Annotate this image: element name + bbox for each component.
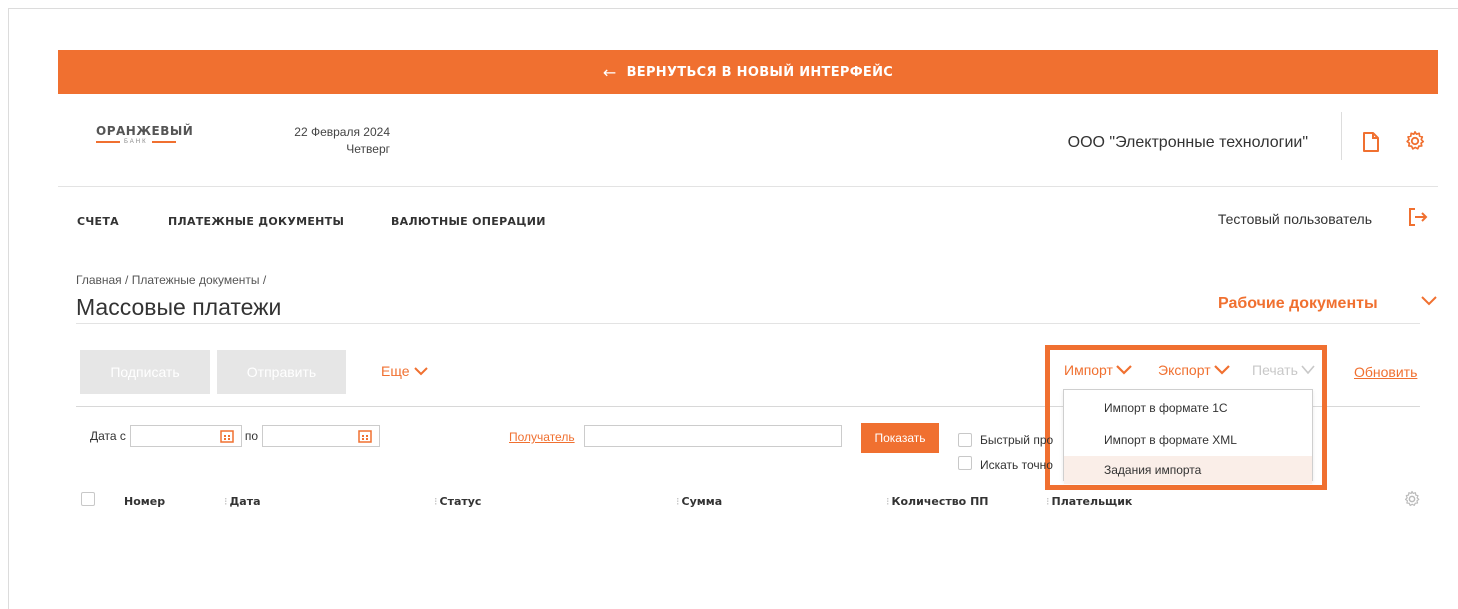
chevron-down-icon [413,367,428,376]
date-from-label: Дата с [90,429,126,443]
date-text: 22 Февраля 2024 [294,125,390,139]
nav-item-payment-documents[interactable]: ПЛАТЕЖНЫЕ ДОКУМЕНТЫ [168,215,344,228]
nav-item-accounts[interactable]: СЧЕТА [77,215,119,228]
date-filter: Дата с по [90,425,381,447]
arrow-left-icon: ← [602,62,617,82]
logo-name: ОРАНЖЕВЫЙ [96,124,194,138]
breadcrumb-home[interactable]: Главная [76,273,122,287]
column-header-number[interactable]: Номер [124,495,165,508]
more-label: Еще [381,363,410,379]
divider [76,323,1420,324]
calendar-icon[interactable] [358,429,372,443]
exact-search-label: Искать точно [980,458,1053,472]
more-dropdown[interactable]: Еще [381,363,428,379]
send-button[interactable]: Отправить [217,350,346,394]
work-documents-toggle[interactable]: Рабочие документы [1218,295,1378,313]
breadcrumb: Главная / Платежные документы / [76,273,267,287]
import-menu: Импорт в формате 1С Импорт в формате XML… [1063,389,1313,484]
current-date: 22 Февраля 2024 Четверг [258,124,390,158]
column-header-amount[interactable]: ⁝ Сумма [676,495,722,508]
gear-icon[interactable] [1403,490,1421,508]
organization-name[interactable]: ООО "Электронные технологии" [1068,134,1308,152]
chevron-down-icon[interactable] [1420,294,1438,308]
weekday-text: Четверг [346,142,390,156]
column-header-count[interactable]: ⁝ Количество ПП [886,495,988,508]
quick-view-label: Быстрый про [980,433,1054,447]
column-header-date[interactable]: ⁝ Дата [224,495,261,508]
recipient-input[interactable] [584,425,842,447]
page-title: Массовые платежи [76,294,282,320]
gear-icon[interactable] [1404,130,1426,152]
refresh-link[interactable]: Обновить [1354,364,1417,380]
banner-label: ВЕРНУТЬСЯ В НОВЫЙ ИНТЕРФЕЙС [626,64,894,80]
select-all-checkbox[interactable] [81,492,95,506]
quick-view-checkbox[interactable] [958,433,972,447]
logout-icon[interactable] [1408,207,1428,227]
bank-logo[interactable]: ОРАНЖЕВЫЙ БАНК [96,124,196,145]
column-header-payer[interactable]: ⁝ Плательщик [1046,495,1132,508]
menu-item-import-xml[interactable]: Импорт в формате XML [1064,426,1312,454]
calendar-icon[interactable] [220,429,234,443]
column-header-status[interactable]: ⁝ Статус [434,495,481,508]
menu-item-import-tasks[interactable]: Задания импорта [1064,456,1312,484]
menu-item-import-1c[interactable]: Импорт в формате 1С [1064,394,1312,422]
return-to-new-interface-banner[interactable]: ← ВЕРНУТЬСЯ В НОВЫЙ ИНТЕРФЕЙС [58,50,1438,94]
show-button[interactable]: Показать [861,423,939,453]
header-divider [1341,112,1342,160]
exact-search-checkbox[interactable] [958,456,972,470]
main-nav: СЧЕТА ПЛАТЕЖНЫЕ ДОКУМЕНТЫ ВАЛЮТНЫЕ ОПЕРА… [58,187,1438,257]
sign-button[interactable]: Подписать [80,350,210,394]
table-header: Номер ⁝ Дата ⁝ Статус ⁝ Сумма ⁝ Количество П… [76,487,1420,517]
header: ОРАНЖЕВЫЙ БАНК 22 Февраля 2024 Четверг О… [58,94,1438,187]
document-icon[interactable] [1362,132,1380,152]
logo-sub: БАНК [124,139,148,145]
date-to-label: по [244,429,259,443]
nav-item-currency-operations[interactable]: ВАЛЮТНЫЕ ОПЕРАЦИИ [391,215,546,228]
breadcrumb-payment-documents[interactable]: Платежные документы [132,273,260,287]
user-name[interactable]: Тестовый пользователь [1218,211,1372,227]
recipient-link[interactable]: Получатель [509,430,575,444]
